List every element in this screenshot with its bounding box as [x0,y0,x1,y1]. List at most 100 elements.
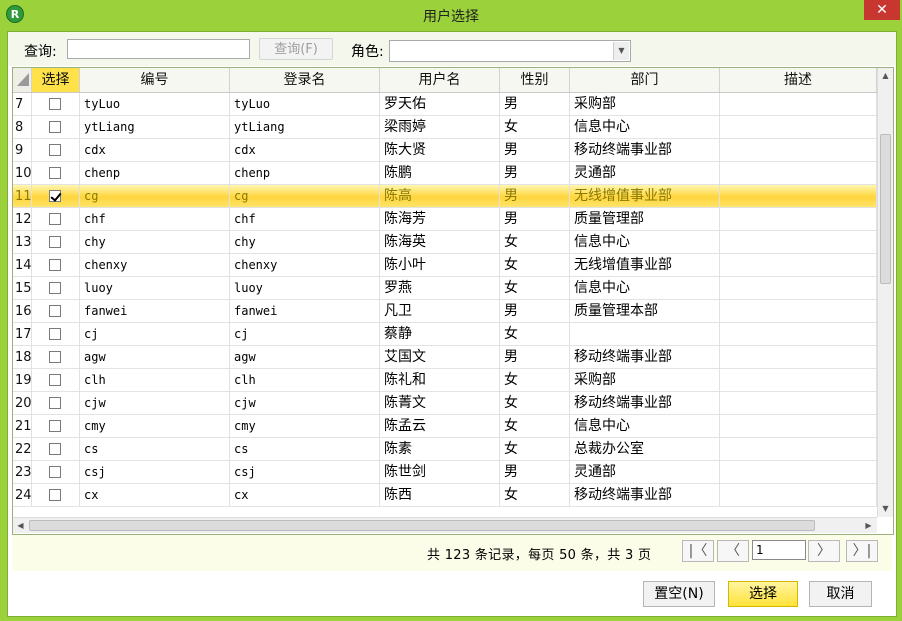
row-checkbox[interactable] [49,351,61,363]
title-bar[interactable]: R 用户选择 ✕ [0,0,902,30]
table-row[interactable]: 12 chf chf 陈海芳男质量管理部 [13,208,877,231]
row-checkbox[interactable] [49,420,61,432]
page-number-input[interactable]: 1 [752,540,806,560]
table-row[interactable]: 16 fanwei fanwei 凡卫男质量管理本部 [13,300,877,323]
row-username: 陈西 [380,484,500,507]
row-checkbox[interactable] [49,213,61,225]
row-checkbox-cell[interactable] [32,392,80,415]
row-checkbox-cell[interactable] [32,116,80,139]
column-header-login[interactable]: 登录名 [230,68,380,92]
close-button[interactable]: ✕ [864,0,900,20]
row-id: cs [80,438,230,461]
table-row[interactable]: 14 chenxy chenxy 陈小叶女无线增值事业部 [13,254,877,277]
vertical-scroll-thumb[interactable] [880,134,891,284]
row-checkbox-cell[interactable] [32,438,80,461]
row-checkbox-cell[interactable] [32,139,80,162]
row-checkbox-cell[interactable] [32,300,80,323]
scroll-right-icon[interactable]: ▶ [861,518,876,534]
horizontal-scrollbar[interactable]: ◀ ▶ [13,517,877,533]
chevron-down-icon[interactable]: ▼ [613,42,629,60]
table-row[interactable]: 11 cg cg 陈高男无线增值事业部 [13,185,877,208]
select-all-corner[interactable] [13,68,32,92]
row-checkbox[interactable] [49,98,61,110]
row-index: 11 [13,185,32,208]
pagination-bar: 共 123 条记录，每页 50 条，共 3 页 |〈 〈 1 〉 〉| [12,535,892,571]
row-description [720,323,877,346]
row-checkbox[interactable] [49,121,61,133]
next-page-button[interactable]: 〉 [808,540,840,562]
scroll-left-icon[interactable]: ◀ [13,518,28,534]
table-row[interactable]: 7 tyLuo tyLuo 罗天佑男采购部 [13,93,877,116]
row-id: cg [80,185,230,208]
row-checkbox[interactable] [49,144,61,156]
select-button[interactable]: 选择 [728,581,798,607]
clear-button[interactable]: 置空(N) [643,581,715,607]
row-index: 16 [13,300,32,323]
row-checkbox[interactable] [49,328,61,340]
row-checkbox-cell[interactable] [32,484,80,507]
table-row[interactable]: 13 chy chy 陈海英女信息中心 [13,231,877,254]
row-checkbox[interactable] [49,397,61,409]
row-checkbox[interactable] [49,489,61,501]
table-row[interactable]: 23 csj csj 陈世剑男灵通部 [13,461,877,484]
table-row[interactable]: 18 agw agw 艾国文男移动终端事业部 [13,346,877,369]
row-checkbox-cell[interactable] [32,254,80,277]
row-checkbox-cell[interactable] [32,93,80,116]
table-row[interactable]: 21 cmy cmy 陈孟云女信息中心 [13,415,877,438]
row-checkbox[interactable] [49,259,61,271]
table-row[interactable]: 15 luoy luoy 罗燕女信息中心 [13,277,877,300]
scroll-down-icon[interactable]: ▼ [878,501,893,517]
row-index: 24 [13,484,32,507]
row-checkbox-cell[interactable] [32,208,80,231]
row-checkbox-cell[interactable] [32,231,80,254]
row-login: chy [230,231,380,254]
row-checkbox-cell[interactable] [32,346,80,369]
cancel-button[interactable]: 取消 [809,581,872,607]
row-username: 罗燕 [380,277,500,300]
table-row[interactable]: 10 chenp chenp 陈鹏男灵通部 [13,162,877,185]
row-username: 陈礼和 [380,369,500,392]
row-id: clh [80,369,230,392]
row-checkbox[interactable] [49,167,61,179]
column-header-department[interactable]: 部门 [570,68,720,92]
row-checkbox[interactable] [49,236,61,248]
scroll-up-icon[interactable]: ▲ [878,68,893,84]
column-header-select[interactable]: 选择 [32,68,80,92]
table-row[interactable]: 22 cs cs 陈素女总裁办公室 [13,438,877,461]
table-row[interactable]: 17 cj cj 蔡静女 [13,323,877,346]
row-gender: 男 [500,162,570,185]
row-checkbox[interactable] [49,443,61,455]
vertical-scrollbar[interactable]: ▲ ▼ [877,68,893,517]
row-checkbox-cell[interactable] [32,323,80,346]
row-checkbox[interactable] [49,374,61,386]
column-header-username[interactable]: 用户名 [380,68,500,92]
table-row[interactable]: 24 cx cx 陈西女移动终端事业部 [13,484,877,507]
row-gender: 女 [500,484,570,507]
role-select[interactable]: ▼ [389,40,631,62]
row-description [720,415,877,438]
last-page-button[interactable]: 〉| [846,540,878,562]
search-input[interactable] [67,39,250,59]
table-row[interactable]: 20 cjw cjw 陈菁文女移动终端事业部 [13,392,877,415]
row-checkbox-cell[interactable] [32,277,80,300]
table-row[interactable]: 19 clh clh 陈礼和女采购部 [13,369,877,392]
first-page-button[interactable]: |〈 [682,540,714,562]
horizontal-scroll-thumb[interactable] [29,520,815,531]
row-checkbox-cell[interactable] [32,369,80,392]
row-login: ytLiang [230,116,380,139]
row-checkbox[interactable] [49,282,61,294]
row-checkbox[interactable] [49,305,61,317]
column-header-id[interactable]: 编号 [80,68,230,92]
row-checkbox[interactable] [49,466,61,478]
row-checkbox-cell[interactable] [32,461,80,484]
column-header-description[interactable]: 描述 [720,68,877,92]
row-checkbox-cell[interactable] [32,185,80,208]
row-checkbox[interactable] [49,190,61,202]
table-row[interactable]: 8 ytLiang ytLiang 梁雨婷女信息中心 [13,116,877,139]
column-header-gender[interactable]: 性别 [500,68,570,92]
query-button[interactable]: 查询(F) [259,38,333,60]
row-checkbox-cell[interactable] [32,162,80,185]
prev-page-button[interactable]: 〈 [717,540,749,562]
row-checkbox-cell[interactable] [32,415,80,438]
table-row[interactable]: 9 cdx cdx 陈大贤男移动终端事业部 [13,139,877,162]
